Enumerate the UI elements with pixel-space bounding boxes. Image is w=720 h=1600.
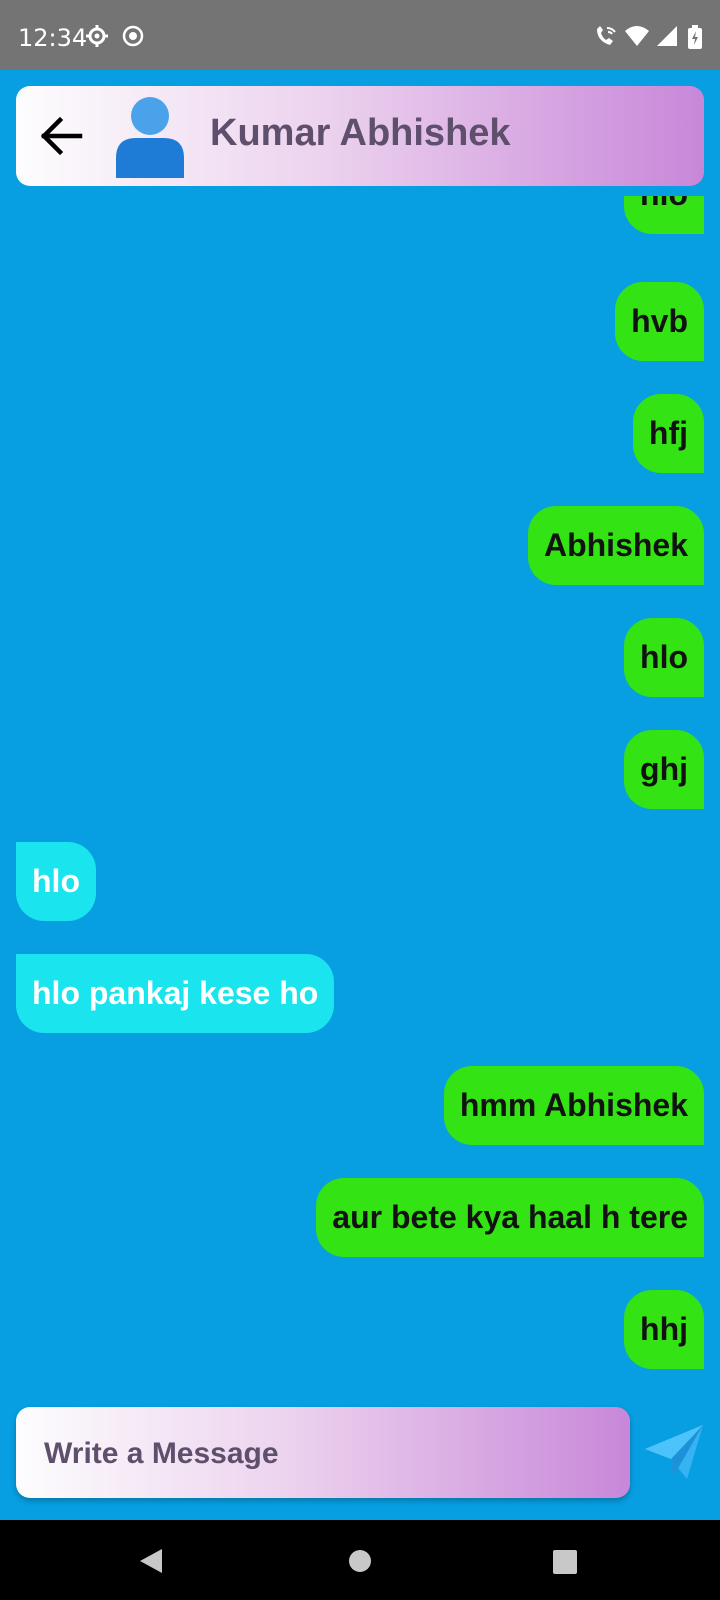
message-bubble-sent: hmm Abhishek [443, 1066, 704, 1145]
message-bubble-sent: aur bete kya haal h tere [316, 1178, 704, 1257]
location-record-icon [122, 25, 144, 47]
message-bubble-received: hlo [16, 842, 96, 921]
back-triangle-icon[interactable] [138, 1548, 164, 1574]
settings-icon [86, 25, 108, 47]
message-list[interactable]: hlo hvb hfj Abhishek hlo ghj hlo hlo pan… [0, 196, 720, 1386]
system-nav-bar [0, 1520, 720, 1600]
message-bubble-sent: ghj [624, 730, 704, 809]
message-bubble-received: hlo pankaj kese ho [16, 954, 335, 1033]
message-bubble-sent: hhj [624, 1290, 704, 1369]
contact-name: Kumar Abhishek [210, 112, 511, 154]
message-composer [16, 1407, 630, 1500]
message-input[interactable] [42, 1407, 616, 1500]
wifi-call-icon [597, 26, 616, 45]
battery-icon [688, 25, 702, 49]
chat-header: Kumar Abhishek [16, 86, 704, 186]
message-bubble-sent: hlo [624, 618, 704, 697]
recents-square-icon[interactable] [553, 1550, 577, 1574]
send-icon[interactable] [643, 1423, 705, 1481]
status-bar: 12:34 [0, 0, 720, 70]
message-bubble-sent: hvb [615, 282, 704, 361]
wifi-icon [625, 26, 649, 46]
message-bubble-sent: hfj [632, 394, 704, 473]
home-circle-icon[interactable] [348, 1549, 372, 1573]
message-bubble-sent: hlo [624, 196, 704, 234]
back-arrow-icon[interactable] [36, 110, 88, 162]
message-bubble-sent: Abhishek [527, 506, 704, 585]
status-time: 12:34 [18, 24, 88, 52]
signal-icon [657, 26, 677, 46]
person-icon [116, 97, 184, 178]
